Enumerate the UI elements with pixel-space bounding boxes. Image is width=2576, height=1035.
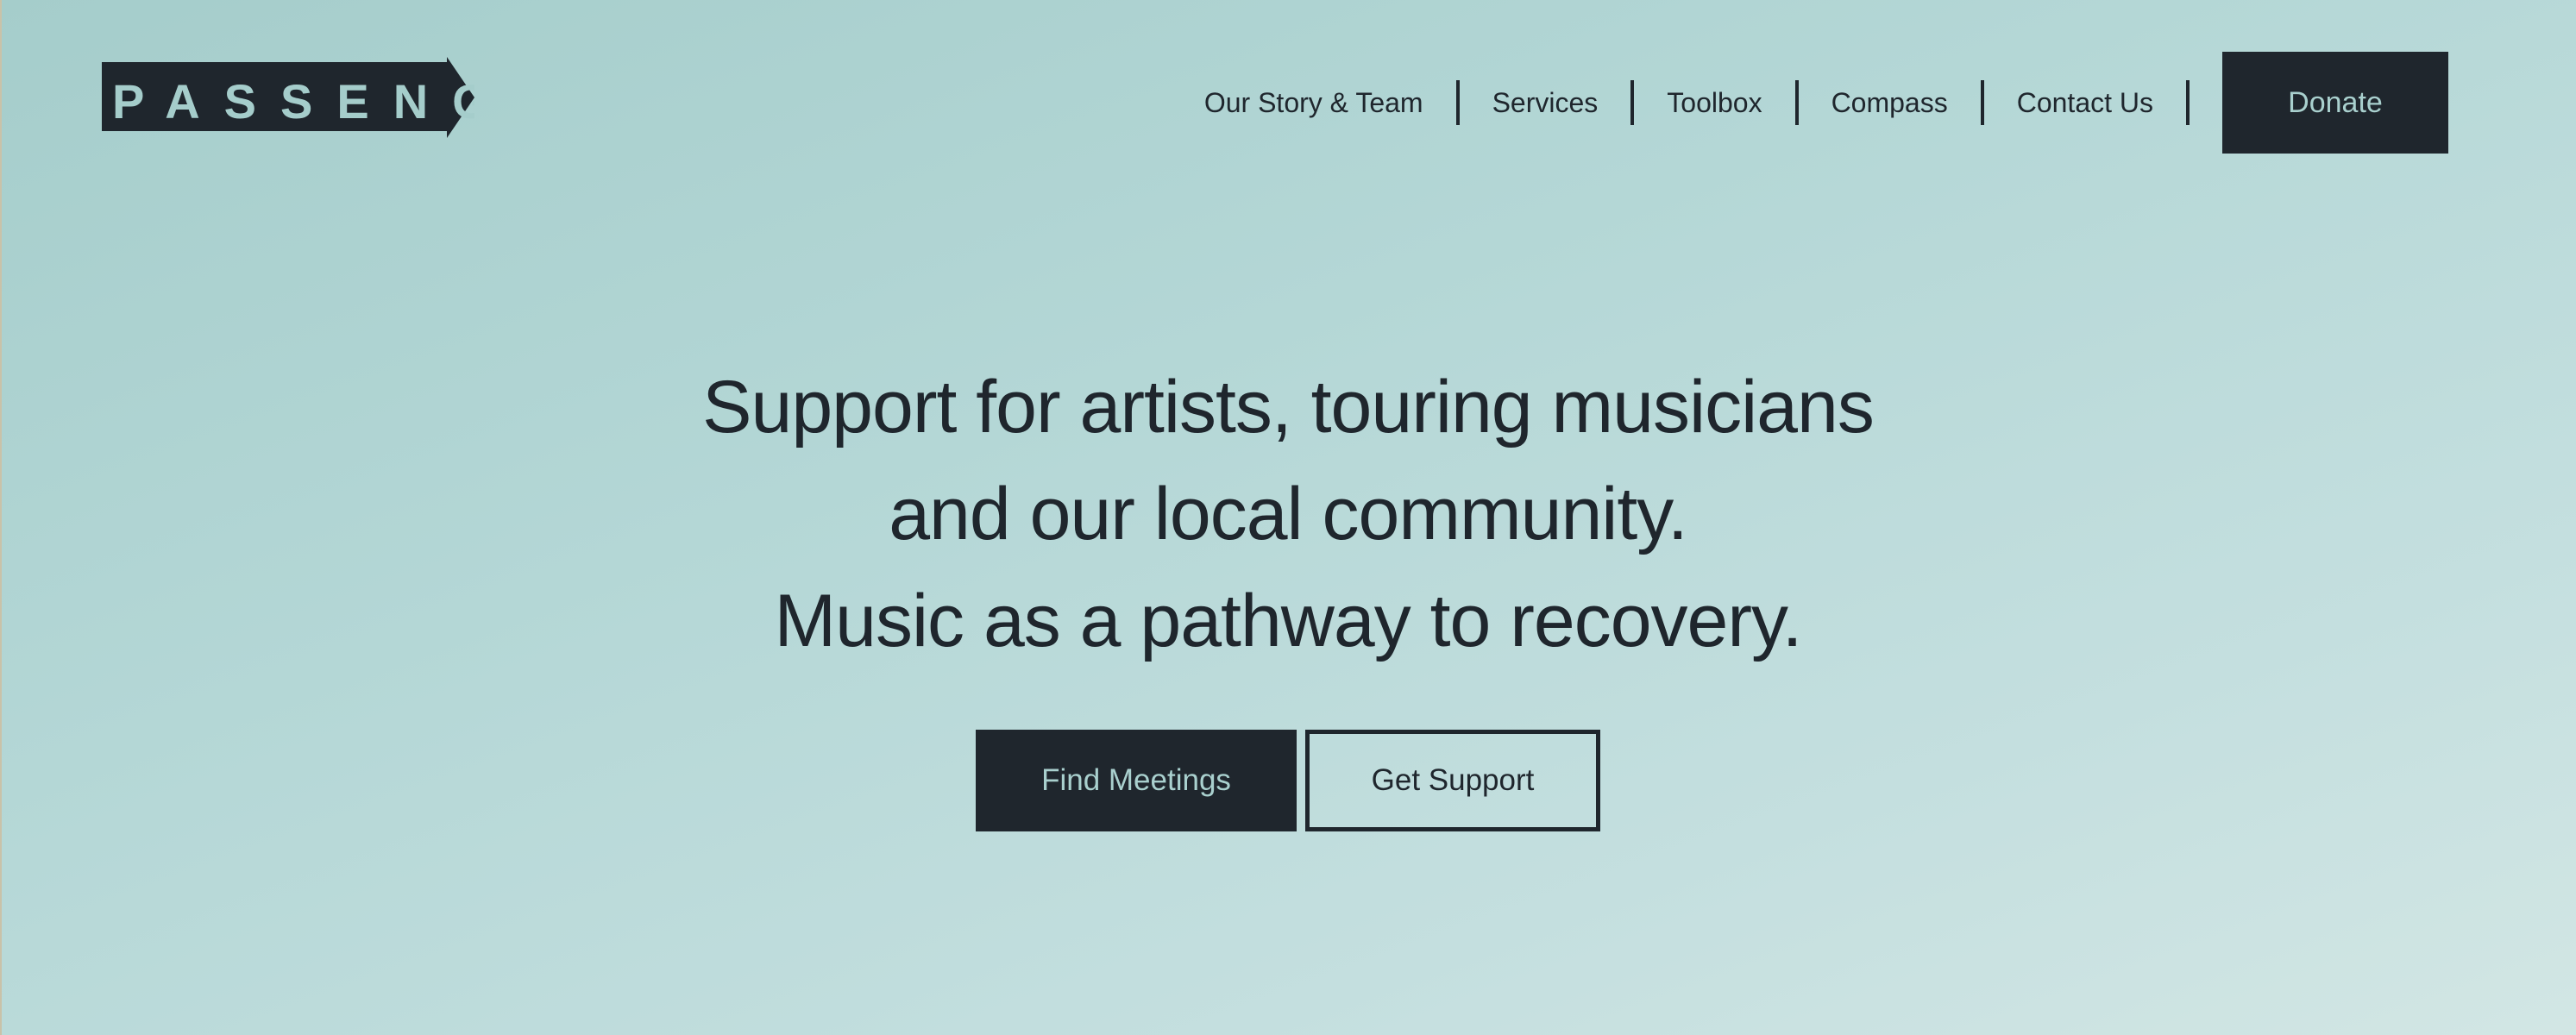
main-nav: Our Story & Team Services Toolbox Compas… (1172, 52, 2448, 154)
hero-headline-line-1: Support for artists, touring musicians (702, 366, 1875, 448)
hero-cta-row: Find Meetings Get Support (0, 730, 2576, 831)
find-meetings-button[interactable]: Find Meetings (976, 730, 1297, 831)
nav-our-story-team[interactable]: Our Story & Team (1172, 80, 1460, 125)
donate-button[interactable]: Donate (2222, 52, 2448, 154)
get-support-button[interactable]: Get Support (1305, 730, 1600, 831)
nav-contact-us[interactable]: Contact Us (1984, 80, 2190, 125)
hero-headline-line-3: Music as a pathway to recovery. (774, 580, 1802, 662)
nav-services[interactable]: Services (1460, 80, 1635, 125)
nav-toolbox[interactable]: Toolbox (1634, 80, 1799, 125)
nav-compass[interactable]: Compass (1799, 80, 1984, 125)
logo-text: PASSENGER (112, 74, 474, 129)
hero-section: Support for artists, touring musicians a… (0, 354, 2576, 674)
logo-arrow-icon: PASSENGER (102, 57, 474, 138)
passenger-logo[interactable]: PASSENGER (102, 57, 474, 138)
hero-headline-line-2: and our local community. (889, 473, 1688, 555)
